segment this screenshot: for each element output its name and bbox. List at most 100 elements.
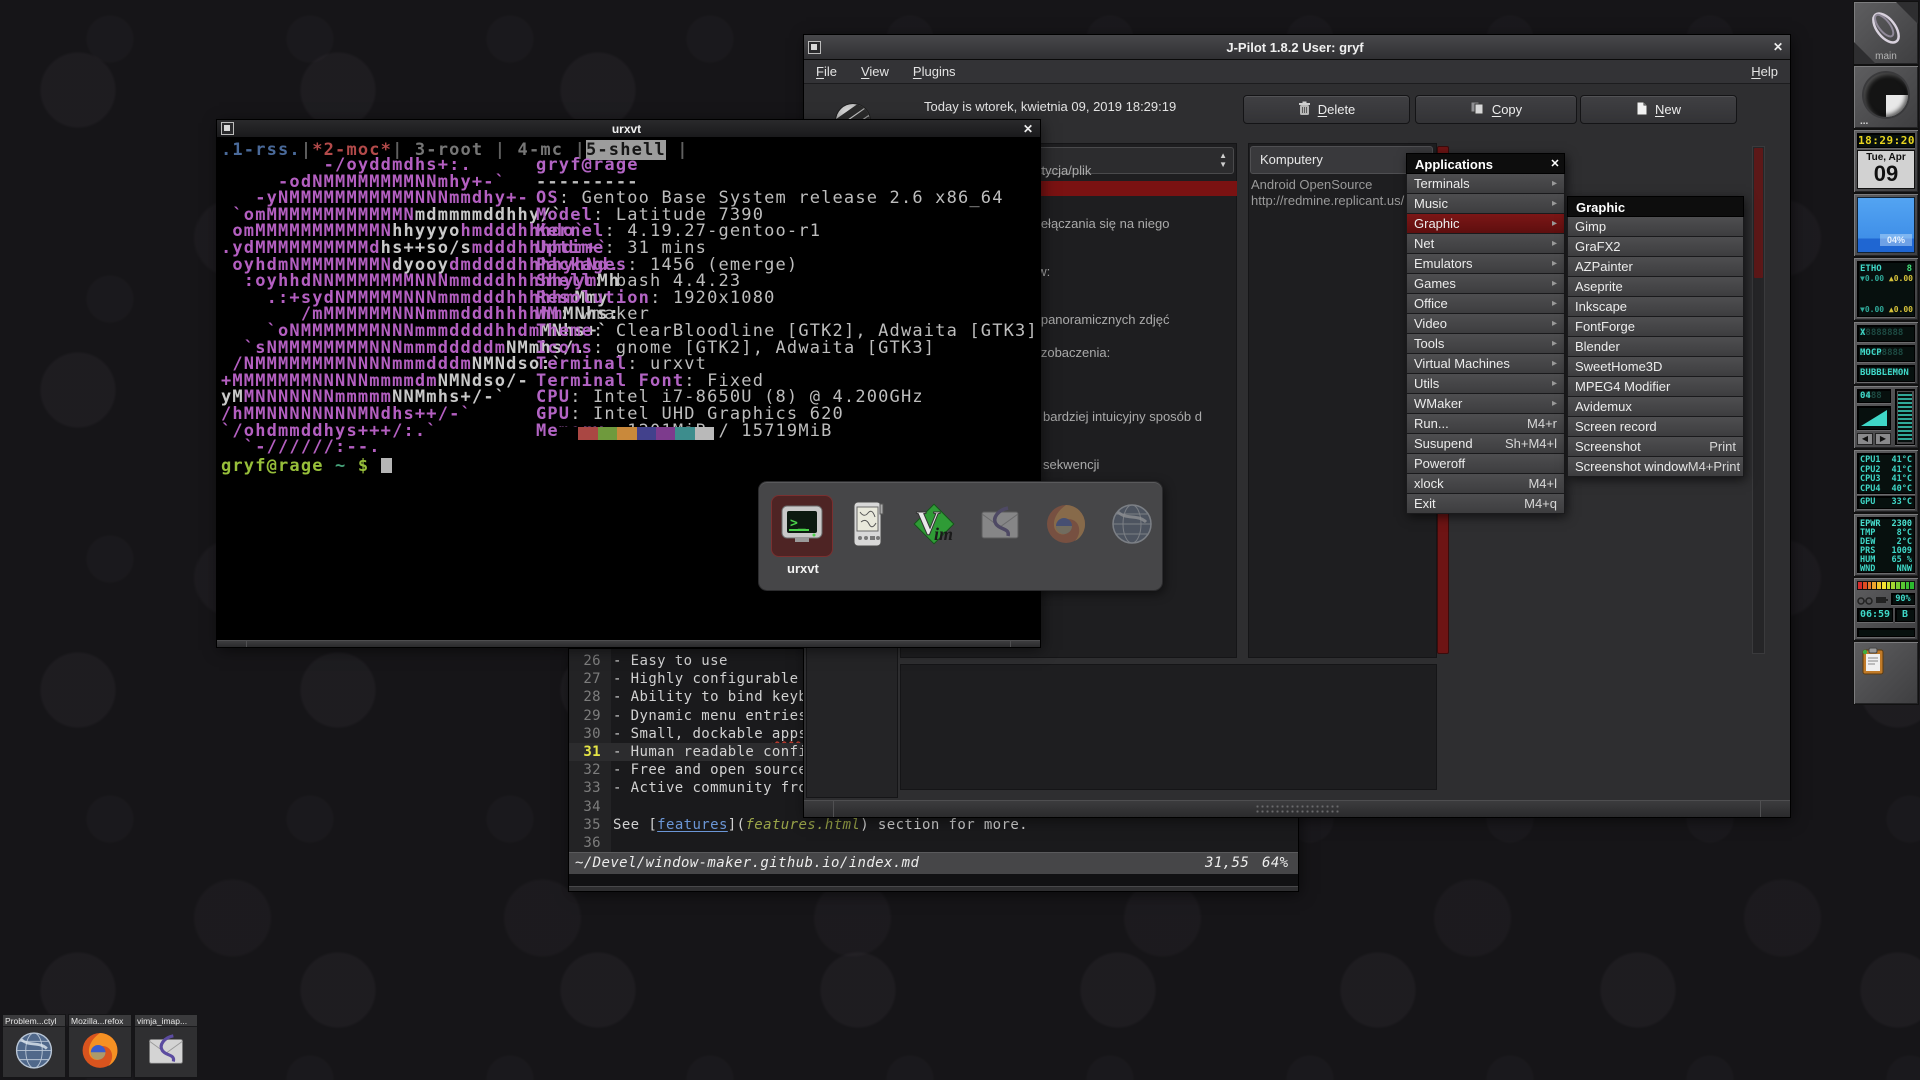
dock-meter-app[interactable]: 04% — [1854, 194, 1918, 256]
applications-menu-item-games[interactable]: Games▸ — [1406, 274, 1565, 294]
miniwindow-title: vimja_imap... — [135, 1015, 197, 1027]
applications-menu-item-graphic[interactable]: Graphic▸ — [1406, 214, 1565, 234]
jpilot-window-title: J-Pilot 1.8.2 User: gryf — [821, 40, 1769, 55]
menu-help[interactable]: Help — [1751, 64, 1778, 79]
applications-menu-item-wmaker[interactable]: WMaker▸ — [1406, 394, 1565, 414]
chevron-up-down-icon[interactable]: ▲▼ — [1219, 151, 1227, 169]
close-icon[interactable]: ✕ — [1019, 122, 1037, 136]
switcher-item-vim[interactable]: Vim — [903, 495, 965, 557]
dots-label: ... — [1860, 116, 1868, 127]
miniwindow-globe[interactable]: Problem...ctyl — [2, 1014, 66, 1078]
vim-line-number: 35 — [569, 816, 601, 834]
resize-grip-icon[interactable] — [1255, 804, 1341, 814]
arrow-left-button[interactable]: ◀ — [1857, 433, 1873, 445]
graphic-submenu-item-screenshot[interactable]: ScreenshotPrint — [1567, 437, 1744, 457]
close-icon[interactable]: ✕ — [1769, 40, 1787, 54]
graphic-submenu-title[interactable]: Graphic — [1567, 196, 1744, 217]
dock-clip[interactable]: main — [1854, 2, 1918, 64]
miniaturize-icon[interactable] — [808, 41, 821, 54]
color-swatch — [617, 427, 636, 440]
graphic-submenu: GraphicGimpGraFX2AZPainterAsepriteInksca… — [1567, 196, 1744, 477]
switcher-item-globe[interactable] — [1101, 495, 1163, 557]
applications-menu-item-net[interactable]: Net▸ — [1406, 234, 1565, 254]
graphic-submenu-item-sweethome3d[interactable]: SweetHome3D — [1567, 357, 1744, 377]
dock-circle-app[interactable]: ... — [1854, 66, 1918, 128]
urxvt-titlebar[interactable]: urxvt ✕ — [217, 120, 1040, 138]
vim-window-bottom-border — [569, 886, 1298, 891]
applications-menu-item-exit[interactable]: ExitM4+q — [1406, 494, 1565, 514]
menu-file[interactable]: File — [816, 64, 837, 79]
graphic-submenu-item-inkscape[interactable]: Inkscape — [1567, 297, 1744, 317]
jpilot-menubar: File View Plugins Help — [804, 60, 1790, 84]
graphic-submenu-item-fontforge[interactable]: FontForge — [1567, 317, 1744, 337]
weather-row: WNDNNW — [1860, 564, 1912, 573]
switcher-item-jpilot[interactable] — [837, 495, 899, 557]
applications-menu-item-run-[interactable]: Run...M4+r — [1406, 414, 1565, 434]
applications-menu-item-virtual-machines[interactable]: Virtual Machines▸ — [1406, 354, 1565, 374]
vim-line-number: 28 — [569, 688, 601, 706]
switcher-item-mail[interactable] — [969, 495, 1031, 557]
color-swatch — [598, 427, 617, 440]
graphic-submenu-item-blender[interactable]: Blender — [1567, 337, 1744, 357]
applications-menu-item-tools[interactable]: Tools▸ — [1406, 334, 1565, 354]
mixer-vu-meter — [1895, 389, 1915, 445]
applications-menu-item-terminals[interactable]: Terminals▸ — [1406, 174, 1565, 194]
shell-prompt: gryf@rage ~ $ — [221, 456, 392, 476]
copy-button[interactable]: Copy — [1415, 95, 1577, 124]
graphic-submenu-item-aseprite[interactable]: Aseprite — [1567, 277, 1744, 297]
lcd-row: 88888888MOCP — [1857, 345, 1915, 362]
dock-jpilot-appicon[interactable] — [1854, 642, 1918, 704]
battery-empty-strip — [1857, 628, 1915, 637]
close-icon[interactable]: ✕ — [1546, 154, 1564, 173]
dock-clock-app[interactable]: 18:29:20Tue, Apr09 — [1854, 130, 1918, 192]
menu-plugins[interactable]: Plugins — [913, 64, 956, 79]
color-swatch — [695, 427, 714, 440]
applications-menu-item-emulators[interactable]: Emulators▸ — [1406, 254, 1565, 274]
switcher-item-urxvt[interactable]: >_ — [771, 495, 833, 557]
applications-menu-item-utils[interactable]: Utils▸ — [1406, 374, 1565, 394]
button-label: New — [1655, 102, 1681, 117]
dock-cpu-temp-app[interactable]: CPU141°CCPU241°CCPU341°CCPU440°CGPU33°C — [1854, 450, 1918, 512]
jpilot-resizebar[interactable] — [804, 800, 1790, 817]
clock-time: 18:29:20 — [1857, 133, 1915, 148]
delete-button[interactable]: Delete — [1243, 95, 1410, 124]
dock-weather-app[interactable]: EPWR2300TMP8°CDEW2°CPRS1009HUM65 %WNDNNW — [1854, 514, 1918, 576]
dock-ticker-app[interactable]: ETHO8▼0.00 ▲0.00▼0.00 ▲0.00 — [1854, 258, 1918, 320]
graphic-submenu-item-avidemux[interactable]: Avidemux — [1567, 397, 1744, 417]
applications-menu-item-video[interactable]: Video▸ — [1406, 314, 1565, 334]
graphic-submenu-item-grafx2[interactable]: GraFX2 — [1567, 237, 1744, 257]
miniaturize-icon[interactable] — [221, 122, 234, 135]
vim-line-number: 32 — [569, 761, 601, 779]
button-label: Copy — [1492, 102, 1522, 117]
menu-shortcut: M4+Print — [1688, 457, 1740, 476]
dock-battery-app[interactable]: 90%06:59B — [1854, 578, 1918, 640]
arrow-right-button[interactable]: ▶ — [1875, 433, 1891, 445]
menu-view[interactable]: View — [861, 64, 889, 79]
vim-file-path: ~/Devel/window-maker.github.io/index.md — [569, 855, 919, 871]
miniwindow-firefox[interactable]: Mozilla...refox — [68, 1014, 132, 1078]
miniwindow-mail[interactable]: vimja_imap... — [134, 1014, 198, 1078]
applications-menu-item-office[interactable]: Office▸ — [1406, 294, 1565, 314]
jpilot-titlebar[interactable]: J-Pilot 1.8.2 User: gryf ✕ — [804, 35, 1790, 60]
graphic-submenu-item-gimp[interactable]: Gimp — [1567, 217, 1744, 237]
applications-menu-item-xlock[interactable]: xlockM4+l — [1406, 474, 1565, 494]
graphic-submenu-item-screenshot-window[interactable]: Screenshot windowM4+Print — [1567, 457, 1744, 477]
graphic-submenu-item-azpainter[interactable]: AZPainter — [1567, 257, 1744, 277]
dock-lcd-rows-app[interactable]: 88888888X88888888MOCP88888888BUBBLEMON — [1854, 322, 1918, 384]
applications-menu-item-poweroff[interactable]: Poweroff — [1406, 454, 1565, 474]
dock-mixer-app[interactable]: 888804◀▶ — [1854, 386, 1918, 448]
ascii-art-line: `-//////:--. — [221, 439, 620, 456]
applications-menu-title[interactable]: Applications✕ — [1406, 153, 1565, 174]
applications-menu-item-music[interactable]: Music▸ — [1406, 194, 1565, 214]
graphic-submenu-item-screen-record[interactable]: Screen record — [1567, 417, 1744, 437]
submenu-arrow-icon: ▸ — [1552, 254, 1557, 273]
menu-shortcut: Sh+M4+l — [1505, 434, 1557, 453]
urxvt-resizebar[interactable] — [217, 640, 1040, 647]
graphic-submenu-item-mpeg4-modifier[interactable]: MPEG4 Modifier — [1567, 377, 1744, 397]
switcher-selected-label: urxvt — [787, 561, 819, 576]
menu-shortcut: Print — [1709, 437, 1736, 456]
new-button[interactable]: New — [1580, 95, 1737, 124]
jpilot-vertical-scrollbar[interactable] — [1752, 146, 1765, 654]
applications-menu-item-susupend[interactable]: SusupendSh+M4+l — [1406, 434, 1565, 454]
switcher-item-firefox[interactable] — [1035, 495, 1097, 557]
